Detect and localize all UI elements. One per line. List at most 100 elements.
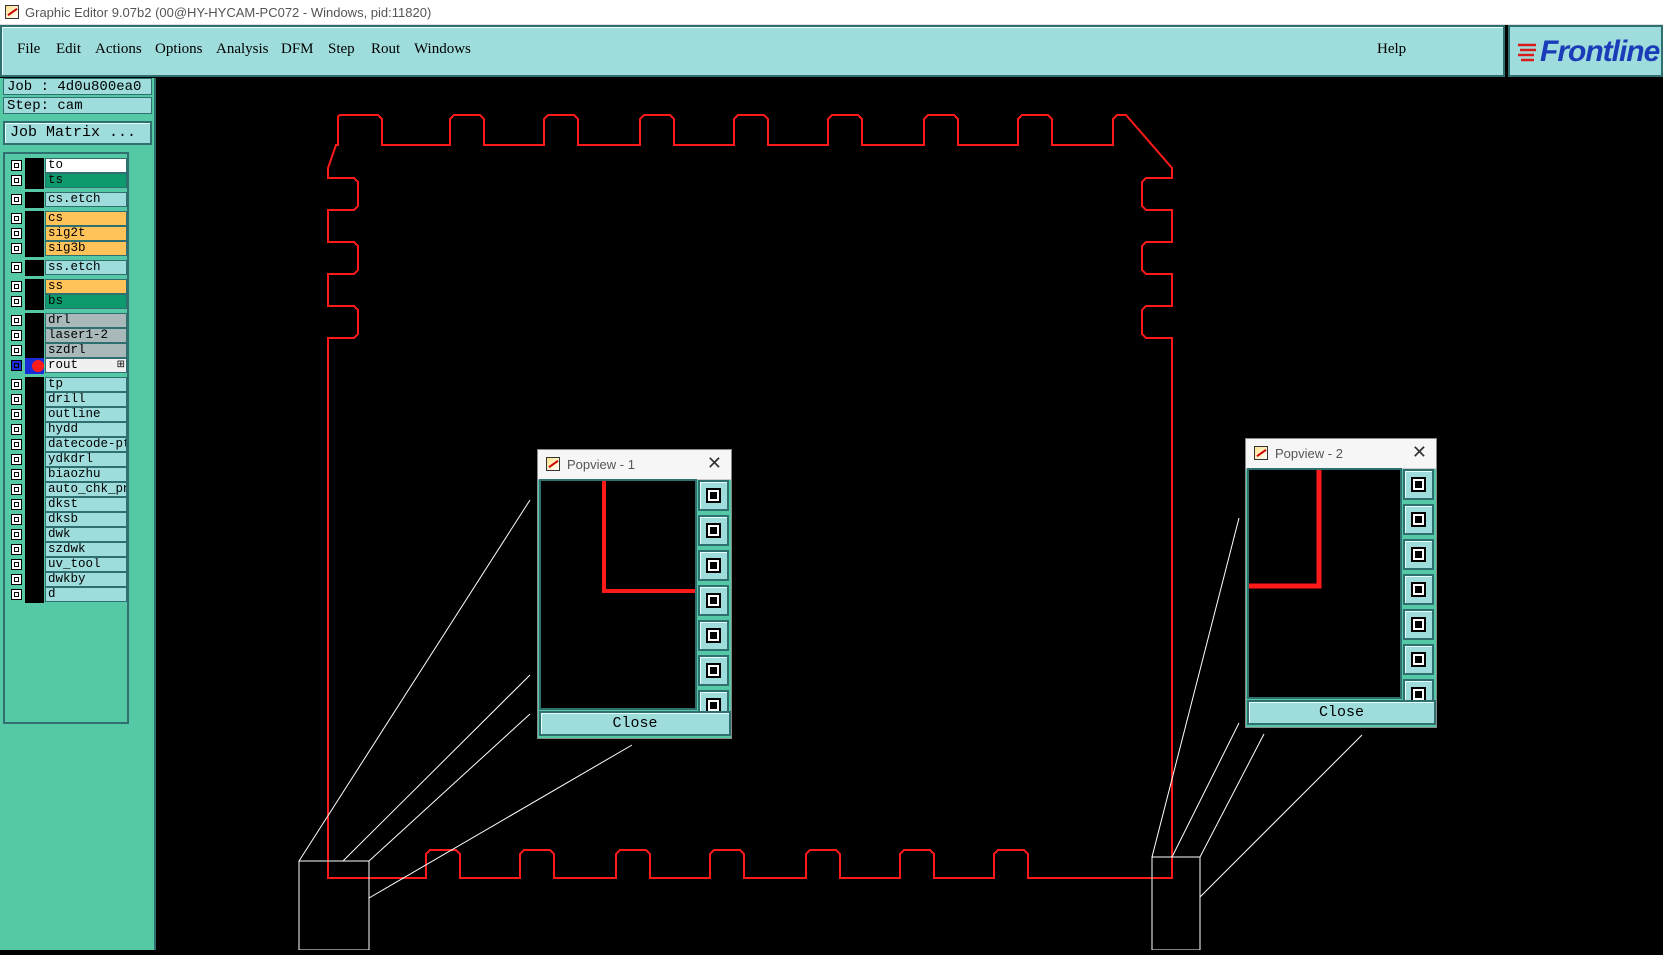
layer-checkbox[interactable] — [11, 589, 22, 600]
layer-display-slot[interactable] — [25, 422, 44, 438]
layer-name[interactable]: ss.etch — [45, 260, 127, 275]
layer-checkbox[interactable] — [11, 469, 22, 480]
pan-left-icon[interactable] — [698, 585, 729, 616]
layer-checkbox[interactable] — [11, 574, 22, 585]
layer-display-slot[interactable] — [25, 527, 44, 543]
popview-1-close-button[interactable]: Close — [539, 711, 731, 736]
layer-display-slot[interactable] — [25, 482, 44, 498]
pan-left-icon[interactable] — [1403, 574, 1434, 605]
layer-row-ts[interactable]: ts — [7, 173, 127, 189]
layer-checkbox[interactable] — [11, 439, 22, 450]
menu-windows[interactable]: Windows — [414, 41, 471, 58]
pan-up-icon[interactable] — [698, 515, 729, 546]
layer-name[interactable]: sig2t — [45, 226, 127, 241]
layer-display-slot[interactable] — [25, 452, 44, 468]
layer-row-cs[interactable]: cs — [7, 211, 127, 227]
layer-checkbox[interactable] — [11, 175, 22, 186]
zoom-home-icon[interactable] — [1403, 469, 1434, 500]
layer-row-outline[interactable]: outline — [7, 407, 127, 423]
layer-row-bs[interactable]: bs — [7, 294, 127, 310]
popview-2-titlebar[interactable]: Popview - 2 ✕ — [1246, 439, 1436, 469]
pan-right-icon[interactable] — [1403, 609, 1434, 640]
menu-file[interactable]: File — [17, 41, 40, 58]
layer-checkbox[interactable] — [11, 281, 22, 292]
layer-checkbox[interactable] — [11, 228, 22, 239]
layer-row-laser1-2[interactable]: laser1-2 — [7, 328, 127, 344]
layer-row-uv-tool[interactable]: uv_tool — [7, 557, 127, 573]
layer-row-dksb[interactable]: dksb — [7, 512, 127, 528]
layer-name[interactable]: dwk — [45, 527, 127, 542]
zoom-in-icon[interactable] — [698, 655, 729, 686]
layer-row-cs-etch[interactable]: cs.etch — [7, 192, 127, 208]
layer-display-slot[interactable] — [25, 437, 44, 453]
popview-1-view[interactable] — [539, 479, 697, 710]
popview-2-view[interactable] — [1247, 468, 1402, 699]
layer-checkbox[interactable] — [11, 296, 22, 307]
menu-rout[interactable]: Rout — [371, 41, 400, 58]
layer-checkbox[interactable] — [11, 499, 22, 510]
layer-row-rout[interactable]: rout — [7, 358, 127, 374]
pan-up-icon[interactable] — [1403, 504, 1434, 535]
zoom-home-icon[interactable] — [698, 480, 729, 511]
layer-name[interactable]: auto_chk_pni — [45, 482, 127, 497]
layer-name[interactable]: biaozhu — [45, 467, 127, 482]
layer-checkbox[interactable] — [11, 345, 22, 356]
layer-checkbox[interactable] — [11, 379, 22, 390]
layer-display-slot[interactable] — [25, 392, 44, 408]
layer-display-slot[interactable] — [25, 572, 44, 588]
layer-row-szdrl[interactable]: szdrl — [7, 343, 127, 359]
layer-name[interactable]: ss — [45, 279, 127, 294]
work-layer-indicator-icon[interactable] — [25, 358, 44, 374]
layer-name[interactable]: ts — [45, 173, 127, 188]
layer-display-slot[interactable] — [25, 211, 44, 227]
layer-row-biaozhu[interactable]: biaozhu — [7, 467, 127, 483]
layer-name[interactable]: drl — [45, 313, 127, 328]
layer-display-slot[interactable] — [25, 260, 44, 276]
layer-checkbox[interactable] — [11, 243, 22, 254]
pan-down-icon[interactable] — [1403, 539, 1434, 570]
layer-row-ss[interactable]: ss — [7, 279, 127, 295]
layer-name[interactable]: hydd — [45, 422, 127, 437]
menu-help[interactable]: Help — [1377, 41, 1406, 58]
layer-checkbox[interactable] — [11, 514, 22, 525]
layer-name[interactable]: uv_tool — [45, 557, 127, 572]
layer-display-slot[interactable] — [25, 557, 44, 573]
layer-display-slot[interactable] — [25, 542, 44, 558]
layer-name[interactable]: to — [45, 158, 127, 173]
layer-checkbox[interactable] — [11, 424, 22, 435]
layer-row-drl[interactable]: drl — [7, 313, 127, 329]
layer-display-slot[interactable] — [25, 512, 44, 528]
layer-display-slot[interactable] — [25, 467, 44, 483]
layer-name[interactable]: dksb — [45, 512, 127, 527]
layer-checkbox[interactable] — [11, 262, 22, 273]
layer-checkbox[interactable] — [11, 360, 22, 371]
layer-display-slot[interactable] — [25, 328, 44, 344]
layer-display-slot[interactable] — [25, 313, 44, 329]
layer-row-to[interactable]: to — [7, 158, 127, 174]
layer-name[interactable]: outline — [45, 407, 127, 422]
layer-row-szdwk[interactable]: szdwk — [7, 542, 127, 558]
popview-2-close-button[interactable]: Close — [1247, 700, 1436, 725]
layer-name[interactable]: dwkby — [45, 572, 127, 587]
layer-name[interactable]: cs — [45, 211, 127, 226]
layer-checkbox[interactable] — [11, 194, 22, 205]
layer-checkbox[interactable] — [11, 213, 22, 224]
layer-display-slot[interactable] — [25, 226, 44, 242]
layer-display-slot[interactable] — [25, 294, 44, 310]
zoom-in-icon[interactable] — [1403, 644, 1434, 675]
layer-display-slot[interactable] — [25, 587, 44, 603]
layer-display-slot[interactable] — [25, 407, 44, 423]
layer-name[interactable]: szdrl — [45, 343, 127, 358]
layer-checkbox[interactable] — [11, 529, 22, 540]
close-icon[interactable]: ✕ — [1412, 442, 1427, 463]
layer-row-d[interactable]: d — [7, 587, 127, 603]
job-matrix-button[interactable]: Job Matrix ... — [3, 121, 152, 145]
menu-options[interactable]: Options — [155, 41, 203, 58]
pan-down-icon[interactable] — [698, 550, 729, 581]
layer-name[interactable]: cs.etch — [45, 192, 127, 207]
layer-display-slot[interactable] — [25, 497, 44, 513]
layer-row-datecode-ptc[interactable]: datecode-ptc — [7, 437, 127, 453]
layer-row-sig2t[interactable]: sig2t — [7, 226, 127, 242]
layer-display-slot[interactable] — [25, 377, 44, 393]
layer-display-slot[interactable] — [25, 343, 44, 359]
